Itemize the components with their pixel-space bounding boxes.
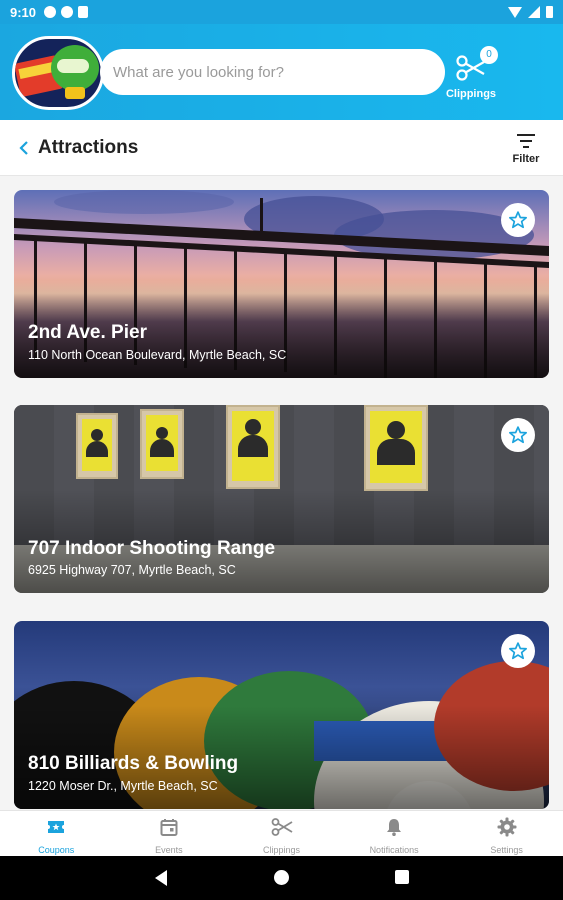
- notification-icon: [44, 6, 57, 18]
- favorite-button[interactable]: [501, 634, 535, 668]
- status-bar: 9:10: [0, 0, 563, 24]
- notification-icon: [61, 6, 74, 18]
- attraction-card[interactable]: 2nd Ave. Pier 110 North Ocean Boulevard,…: [14, 190, 549, 378]
- attraction-card[interactable]: 10 810 Billiards & Bowling 1220 Moser Dr…: [14, 621, 549, 809]
- star-outline-icon: [509, 642, 527, 660]
- bell-icon: [387, 819, 402, 836]
- attractions-list: 2nd Ave. Pier 110 North Ocean Boulevard,…: [0, 176, 563, 810]
- attraction-card[interactable]: 707 Indoor Shooting Range 6925 Highway 7…: [14, 405, 549, 593]
- star-outline-icon: [509, 426, 527, 444]
- nav-coupons[interactable]: Coupons: [0, 811, 113, 856]
- attraction-address: 110 North Ocean Boulevard, Myrtle Beach,…: [28, 348, 287, 362]
- back-chevron-icon[interactable]: [18, 140, 30, 156]
- app-logo[interactable]: [12, 36, 104, 110]
- star-outline-icon: [509, 211, 527, 229]
- favorite-button[interactable]: [501, 203, 535, 237]
- nav-events[interactable]: Events: [113, 811, 226, 856]
- sim-icon: [78, 6, 89, 18]
- clippings-button[interactable]: 0 Clippings: [445, 46, 498, 100]
- status-time: 9:10: [10, 4, 37, 20]
- search-input[interactable]: [113, 63, 445, 81]
- clippings-count-badge: 0: [480, 46, 498, 64]
- system-recents-icon[interactable]: [395, 870, 409, 884]
- signal-icon: [528, 6, 540, 18]
- nav-clippings[interactable]: Clippings: [225, 811, 338, 856]
- filter-label: Filter: [512, 153, 540, 165]
- attraction-name: 810 Billiards & Bowling: [28, 753, 239, 774]
- page-title: Attractions: [38, 137, 139, 158]
- attraction-address: 1220 Moser Dr., Myrtle Beach, SC: [28, 779, 218, 793]
- system-home-icon[interactable]: [274, 870, 289, 885]
- clippings-label: Clippings: [445, 88, 497, 100]
- title-bar: Attractions Filter: [0, 120, 563, 176]
- bottom-nav: Coupons Events Clippings Notifications S…: [0, 810, 563, 856]
- nav-notifications[interactable]: Notifications: [338, 811, 451, 856]
- gear-icon: [497, 817, 517, 837]
- attraction-name: 707 Indoor Shooting Range: [28, 538, 276, 559]
- attraction-address: 6925 Highway 707, Myrtle Beach, SC: [28, 563, 236, 577]
- system-nav-bar: [0, 856, 563, 900]
- calendar-icon: [160, 819, 178, 836]
- filter-icon: [517, 134, 535, 148]
- system-back-icon[interactable]: [155, 870, 167, 886]
- search-bar[interactable]: [100, 49, 445, 95]
- ticket-icon: [48, 821, 65, 833]
- favorite-button[interactable]: [501, 418, 535, 452]
- app-header: 0 Clippings: [0, 24, 563, 120]
- nav-settings[interactable]: Settings: [450, 811, 563, 856]
- scissors-icon: [272, 818, 293, 836]
- attraction-name: 2nd Ave. Pier: [28, 322, 147, 343]
- battery-icon: [546, 6, 553, 18]
- wifi-icon: [508, 6, 522, 18]
- filter-button[interactable]: Filter: [505, 128, 547, 172]
